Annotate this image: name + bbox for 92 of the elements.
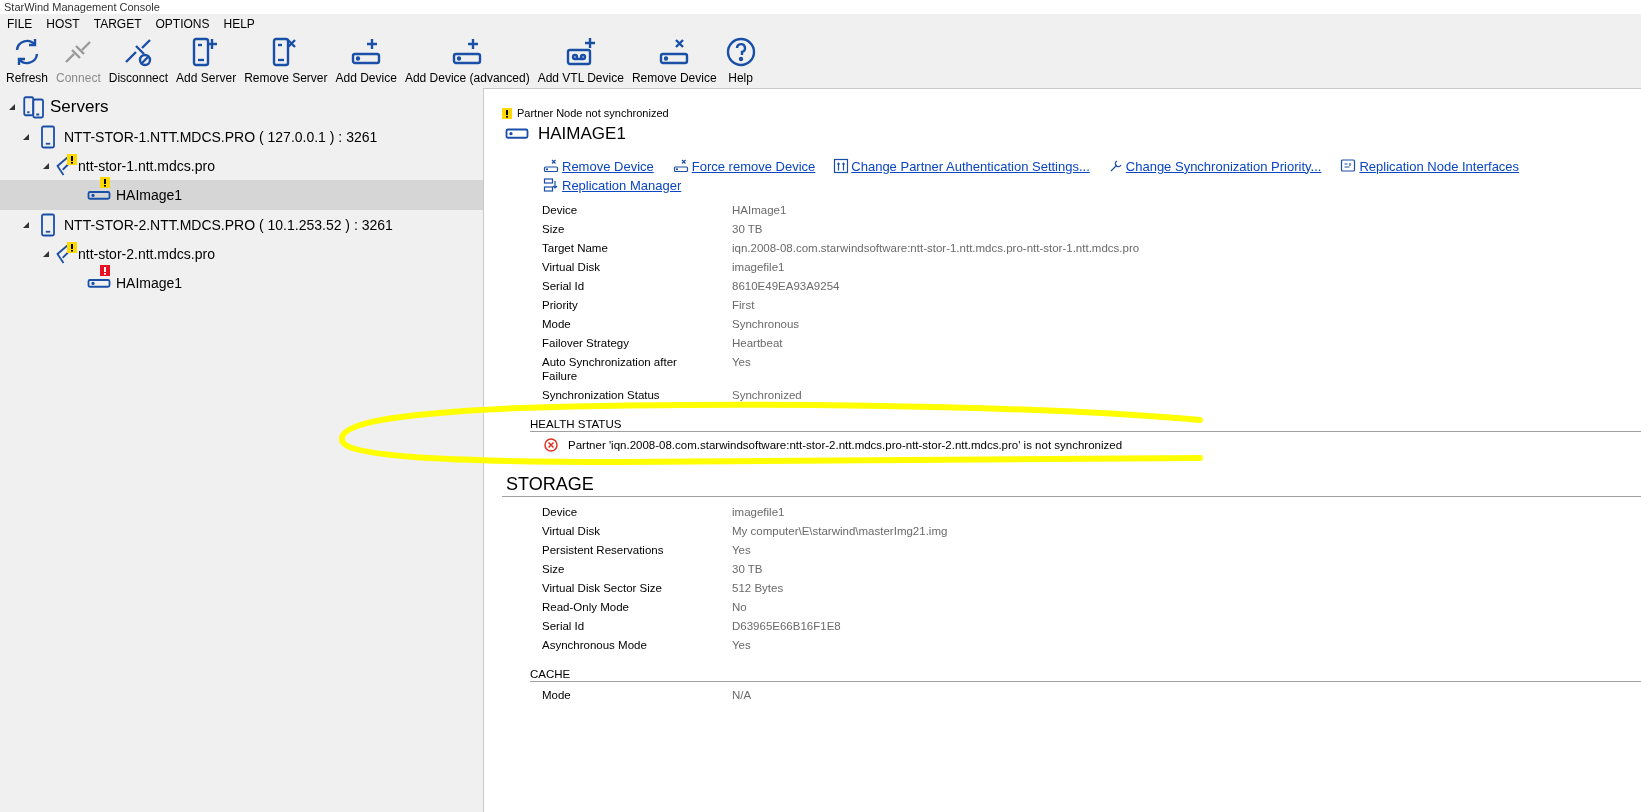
property-value: No xyxy=(732,600,748,614)
health-message: Partner 'iqn.2008-08.com.starwindsoftware:ntt-stor-2.ntt.mdcs.pro-ntt-stor-2.ntt.mdcs.pro' is not synchronized xyxy=(568,439,1123,451)
property-label: Failover Strategy xyxy=(542,336,630,350)
remove-device-icon xyxy=(671,158,690,174)
expanded-icon[interactable] xyxy=(22,132,30,141)
tree-item[interactable]: HAImage1 xyxy=(0,268,483,298)
key-settings-icon xyxy=(833,158,850,174)
menu-item[interactable]: FILE xyxy=(7,17,33,31)
property-value: D63965E66B16F1E8 xyxy=(732,619,842,633)
property-value: Yes xyxy=(732,638,752,652)
action-link[interactable]: Replication Node Interfaces xyxy=(1339,158,1520,174)
tree-item[interactable]: ntt-stor-2.ntt.mdcs.pro xyxy=(0,239,483,268)
tree-label: ntt-stor-1.ntt.mdcs.pro xyxy=(78,157,215,174)
property-value: Yes xyxy=(732,543,752,557)
property-label: Read-Only Mode xyxy=(542,600,630,614)
device-title: HAIMAGE1 xyxy=(538,124,626,144)
property-label: Device xyxy=(542,203,579,217)
property-label: Virtual Disk Sector Size xyxy=(542,581,663,595)
toolbar-button[interactable]: Remove Device xyxy=(627,36,721,85)
tree-label: HAImage1 xyxy=(116,187,183,203)
toolbar-button[interactable]: Help xyxy=(720,36,761,85)
property-value: imagefile1 xyxy=(732,260,786,274)
section-heading: HEALTH STATUS xyxy=(530,418,622,430)
menu-item[interactable]: HOST xyxy=(46,17,80,31)
expanded-icon[interactable] xyxy=(8,103,16,111)
help-icon xyxy=(724,36,757,68)
expanded-icon[interactable] xyxy=(22,220,30,229)
remove-device-icon xyxy=(542,158,560,174)
property-label: Serial Id xyxy=(542,279,586,293)
property-label: Virtual Disk xyxy=(542,260,601,274)
property-value: Heartbeat xyxy=(732,336,784,350)
property-value: 512 Bytes xyxy=(732,581,785,595)
tree-label: ntt-stor-2.ntt.mdcs.pro xyxy=(78,245,215,262)
property-value: 30 TB xyxy=(732,562,764,576)
property-label: Persistent Reservations xyxy=(542,543,665,557)
property-label: Synchronization Status xyxy=(542,388,661,402)
property-label: Priority xyxy=(542,298,579,312)
action-link[interactable]: Replication Manager xyxy=(542,177,682,193)
servers-icon xyxy=(22,95,46,119)
property-label: Size xyxy=(542,222,566,236)
tree-item[interactable]: NTT-STOR-2.NTT.MDCS.PRO ( 10.1.253.52 ) : 3261 xyxy=(0,210,483,239)
network-interface-icon xyxy=(1339,158,1358,174)
menu-item[interactable]: TARGET xyxy=(93,17,142,31)
toolbar-button[interactable]: Add Server xyxy=(172,36,241,85)
property-value: My computer\E\starwind\masterImg21.img xyxy=(732,524,949,538)
property-value: iqn.2008-08.com.starwindsoftware:ntt-stor-1.ntt.mdcs.pro-ntt-stor-1.ntt.mdcs.pro xyxy=(732,241,1141,255)
tree-label: HAImage1 xyxy=(116,275,183,291)
tree-label: Servers xyxy=(50,97,109,117)
property-value: 30 TB xyxy=(732,222,764,236)
tree-label: NTT-STOR-1.NTT.MDCS.PRO ( 127.0.0.1 ) : 3261 xyxy=(64,128,378,145)
tree-label: NTT-STOR-2.NTT.MDCS.PRO ( 10.1.253.52 ) : 3261 xyxy=(64,216,393,233)
property-label: Auto Synchronization after Failure xyxy=(542,355,678,383)
property-label: Target Name xyxy=(542,241,609,255)
tree-item[interactable]: HAImage1 xyxy=(0,180,483,210)
toolbar-button[interactable]: Disconnect xyxy=(104,36,173,85)
property-value: imagefile1 xyxy=(732,505,786,519)
property-value: Yes xyxy=(732,355,752,369)
property-label: Size xyxy=(542,562,566,576)
action-link[interactable]: Change Synchronization Priority... xyxy=(1107,158,1322,174)
tree-item[interactable]: Servers xyxy=(0,92,483,122)
menu-item[interactable]: OPTIONS xyxy=(155,17,210,31)
property-value: HAImage1 xyxy=(732,203,788,217)
section-heading: CACHE xyxy=(530,668,571,680)
toolbar-button[interactable]: Refresh xyxy=(2,36,53,85)
property-value: N/A xyxy=(732,688,753,702)
property-value: First xyxy=(732,298,756,312)
action-link[interactable]: Remove Device xyxy=(542,158,654,174)
property-label: Asynchronous Mode xyxy=(542,638,648,652)
tree-item[interactable]: NTT-STOR-1.NTT.MDCS.PRO ( 127.0.0.1 ) : 3261 xyxy=(0,122,483,151)
replication-icon xyxy=(542,177,560,193)
action-link[interactable]: Change Partner Authentication Settings... xyxy=(833,158,1090,174)
property-label: Serial Id xyxy=(542,619,586,633)
tape-device-icon xyxy=(564,36,597,68)
toolbar-button[interactable]: Add Device xyxy=(331,36,401,85)
alert-text: Partner Node not synchronized xyxy=(517,107,669,119)
toolbar-button[interactable]: Add VTL Device xyxy=(533,36,628,85)
property-value: Synchronous xyxy=(732,317,801,331)
property-label: Mode xyxy=(542,688,572,702)
property-value: Synchronized xyxy=(732,388,803,402)
property-value: 8610E49EA93A9254 xyxy=(732,279,841,293)
property-label: Virtual Disk xyxy=(542,524,601,538)
section-heading: STORAGE xyxy=(506,474,594,494)
toolbar-button[interactable]: Remove Server xyxy=(240,36,332,85)
window-title: StarWind Management Console xyxy=(4,0,160,14)
toolbar-button[interactable]: Add Device (advanced) xyxy=(400,36,534,85)
expanded-icon[interactable] xyxy=(42,249,50,258)
property-label: Mode xyxy=(542,317,572,331)
action-link[interactable]: Force remove Device xyxy=(671,158,816,174)
menu-item[interactable]: HELP xyxy=(223,17,255,31)
tree-item[interactable]: ntt-stor-1.ntt.mdcs.pro xyxy=(0,151,483,180)
property-label: Device xyxy=(542,505,579,519)
expanded-icon[interactable] xyxy=(42,161,50,170)
